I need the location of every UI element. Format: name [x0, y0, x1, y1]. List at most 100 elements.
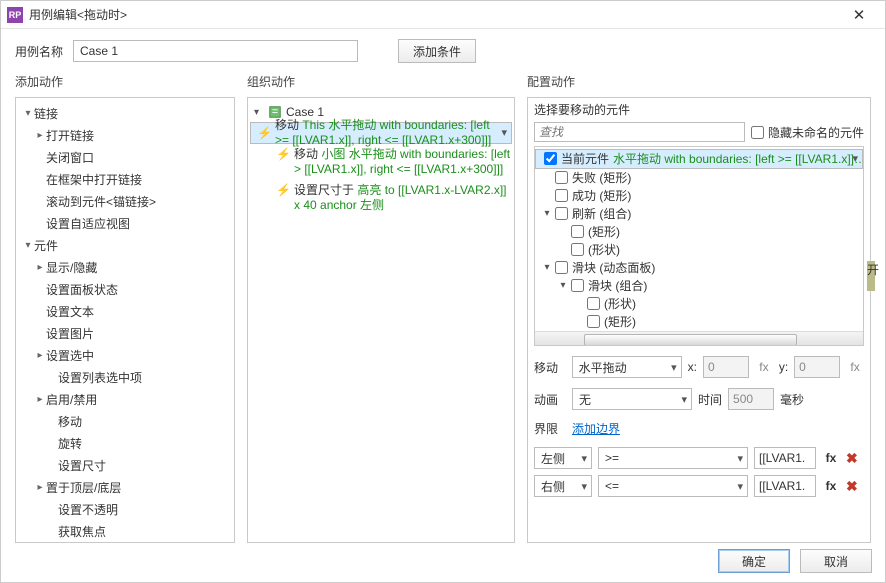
element-row[interactable]: 失败 (矩形) [535, 169, 863, 187]
action-text: 移动 小图 水平拖动 with boundaries: [left > [[LV… [294, 147, 512, 177]
chevron-right-icon: ▸ [34, 350, 46, 361]
cat-widget[interactable]: ▾元件 [16, 234, 234, 256]
app-icon: RP [7, 7, 23, 23]
action-text: 设置尺寸于 高亮 to [[LVAR1.x-LVAR2.x]] x 40 anc… [294, 183, 512, 213]
boundary-side-select[interactable]: 左侧 [534, 447, 592, 469]
element-row-current[interactable]: 当前元件水平拖动 with boundaries: [left >= [[LVA… [535, 149, 863, 169]
dialog-footer: 确定 取消 [718, 549, 872, 573]
delete-icon[interactable]: ✖ [846, 450, 858, 467]
action-item[interactable]: 移动 [16, 410, 234, 432]
search-input[interactable] [534, 122, 745, 142]
action-item[interactable]: 在框架中打开链接 [16, 168, 234, 190]
element-checkbox[interactable] [555, 261, 568, 274]
anim-select[interactable]: 无 [572, 388, 692, 410]
col-header-mid: 组织动作 [247, 71, 515, 93]
action-item[interactable]: ▸展开/折叠树节点 [16, 542, 234, 543]
element-checkbox[interactable] [571, 243, 584, 256]
time-unit: 毫秒 [780, 391, 804, 408]
cancel-button[interactable]: 取消 [800, 549, 872, 573]
action-item[interactable]: 设置图片 [16, 322, 234, 344]
element-checkbox[interactable] [571, 225, 584, 238]
boundary-value-input[interactable] [754, 475, 816, 497]
boundary-op-select[interactable]: >= [598, 447, 748, 469]
organized-action[interactable]: ⚡ 设置尺寸于 高亮 to [[LVAR1.x-LVAR2.x]] x 40 a… [250, 180, 512, 216]
edge-glimpse: 开 [867, 261, 875, 291]
action-item[interactable]: 设置文本 [16, 300, 234, 322]
select-element-label: 选择要移动的元件 [528, 98, 870, 118]
search-row: 隐藏未命名的元件 [528, 118, 870, 146]
fx-button[interactable]: fx [755, 360, 773, 374]
action-item[interactable]: 设置不透明 [16, 498, 234, 520]
anim-row: 动画 无 时间 毫秒 [534, 388, 864, 410]
add-boundary-link[interactable]: 添加边界 [572, 420, 620, 437]
action-item[interactable]: ▸启用/禁用 [16, 388, 234, 410]
y-input[interactable] [794, 356, 840, 378]
element-checkbox[interactable] [555, 189, 568, 202]
scroll-thumb[interactable] [584, 334, 797, 346]
hide-unnamed-toggle[interactable]: 隐藏未命名的元件 [751, 124, 864, 141]
action-item[interactable]: 设置自适应视图 [16, 212, 234, 234]
time-label: 时间 [698, 391, 722, 408]
action-item[interactable]: ▸打开链接 [16, 124, 234, 146]
form-area: 移动 水平拖动 x: fx y: fx 动画 无 时间 毫秒 [528, 346, 870, 503]
element-checkbox[interactable] [587, 297, 600, 310]
delete-icon[interactable]: ✖ [846, 478, 858, 495]
bolt-icon: ⚡ [257, 126, 271, 141]
element-checkbox[interactable] [544, 152, 557, 165]
element-row[interactable]: 成功 (矩形) [535, 187, 863, 205]
h-scrollbar[interactable] [535, 331, 863, 345]
fx-button[interactable]: fx [822, 451, 840, 465]
chevron-down-icon: ▾ [254, 107, 264, 118]
element-checkbox[interactable] [555, 171, 568, 184]
ok-button[interactable]: 确定 [718, 549, 790, 573]
element-row-group[interactable]: ▾滑块 (组合) [535, 277, 863, 295]
element-checkbox[interactable] [571, 279, 584, 292]
fx-button[interactable]: fx [822, 479, 840, 493]
action-categories-panel: ▾链接 ▸打开链接 关闭窗口 在框架中打开链接 滚动到元件<锚链接> 设置自适应… [15, 97, 235, 543]
element-checkbox[interactable] [587, 315, 600, 328]
action-item[interactable]: 关闭窗口 [16, 146, 234, 168]
action-item[interactable]: 设置尺寸 [16, 454, 234, 476]
action-item[interactable]: 滚动到元件<锚链接> [16, 190, 234, 212]
action-item[interactable]: 设置列表选中项 [16, 366, 234, 388]
action-item[interactable]: 获取焦点 [16, 520, 234, 542]
close-icon[interactable]: ✕ [839, 6, 879, 24]
bound-label: 界限 [534, 420, 566, 437]
col-organize-action: 组织动作 ▾ Case 1 ⚡ 移动 This 水平拖动 with bounda… [247, 71, 515, 543]
element-row[interactable]: (矩形) [535, 223, 863, 241]
action-item[interactable]: 旋转 [16, 432, 234, 454]
element-row-group[interactable]: ▾滑块 (动态面板) [535, 259, 863, 277]
element-checkbox[interactable] [555, 207, 568, 220]
cat-link[interactable]: ▾链接 [16, 102, 234, 124]
element-row[interactable]: (矩形) [535, 313, 863, 331]
boundary-op-select[interactable]: <= [598, 475, 748, 497]
chevron-down-icon: ▾ [541, 262, 553, 273]
element-row[interactable]: (形状) [535, 295, 863, 313]
organize-panel: ▾ Case 1 ⚡ 移动 This 水平拖动 with boundaries:… [247, 97, 515, 543]
chevron-down-icon: ▾ [541, 208, 553, 219]
move-type-select[interactable]: 水平拖动 [572, 356, 682, 378]
fx-button[interactable]: fx [846, 360, 864, 374]
x-input[interactable] [703, 356, 749, 378]
organized-action[interactable]: ⚡ 移动 小图 水平拖动 with boundaries: [left > [[… [250, 144, 512, 180]
element-row[interactable]: (形状) [535, 241, 863, 259]
hide-unnamed-checkbox[interactable] [751, 126, 764, 139]
element-row-group[interactable]: ▾刷新 (组合) [535, 205, 863, 223]
col-header-left: 添加动作 [15, 71, 235, 93]
case-name-input[interactable] [73, 40, 358, 62]
bolt-icon: ⚡ [276, 183, 290, 213]
boundary-side-select[interactable]: 右侧 [534, 475, 592, 497]
boundary-row: 右侧 <= fx ✖ [534, 475, 864, 497]
move-row: 移动 水平拖动 x: fx y: fx [534, 356, 864, 378]
chevron-right-icon: ▸ [34, 482, 46, 493]
boundary-value-input[interactable] [754, 447, 816, 469]
col-add-action: 添加动作 ▾链接 ▸打开链接 关闭窗口 在框架中打开链接 滚动到元件<锚链接> … [15, 71, 235, 543]
action-item[interactable]: ▸显示/隐藏 [16, 256, 234, 278]
add-condition-button[interactable]: 添加条件 [398, 39, 476, 63]
action-item[interactable]: ▸置于顶层/底层 [16, 476, 234, 498]
organized-action[interactable]: ⚡ 移动 This 水平拖动 with boundaries: [left >=… [250, 122, 512, 144]
action-item[interactable]: ▸设置选中 [16, 344, 234, 366]
move-label: 移动 [534, 359, 566, 376]
time-input[interactable] [728, 388, 774, 410]
action-item[interactable]: 设置面板状态 [16, 278, 234, 300]
